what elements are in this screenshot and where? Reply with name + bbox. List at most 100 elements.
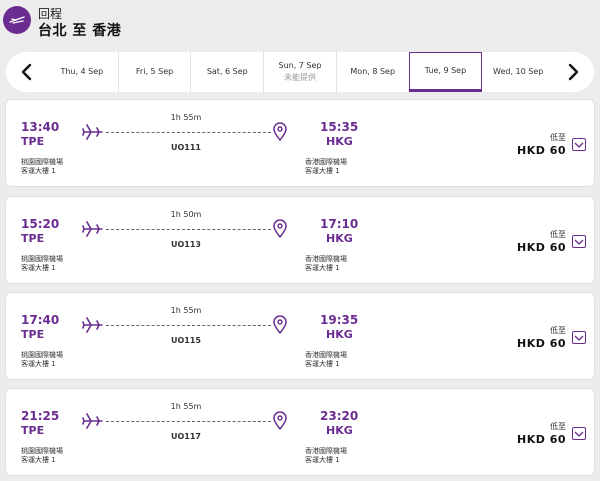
- flight-card[interactable]: 13:40 TPE 桃園國際機場 客運大樓 1 1h 55m UO111 15:3…: [6, 100, 594, 186]
- departure-terminal: 客運大樓 1: [21, 264, 56, 272]
- arrival-airport: 香港國際機場 客運大樓 1: [305, 351, 347, 369]
- chevron-down-icon: [574, 239, 584, 245]
- date-tab-label: Sun, 7 Sep: [278, 61, 322, 70]
- arrival-code: HKG: [326, 135, 353, 148]
- arrival-airport-name: 香港國際機場: [305, 351, 347, 359]
- date-tab-label: Sat, 6 Sep: [206, 66, 248, 76]
- date-tab-label: Mon, 8 Sep: [350, 66, 396, 76]
- date-tab[interactable]: Sun, 7 Sep 未能提供: [263, 52, 336, 92]
- plane-icon: [82, 412, 104, 434]
- date-tab[interactable]: Wed, 10 Sep: [482, 52, 554, 92]
- arrival-terminal: 客運大樓 1: [305, 456, 340, 464]
- price-from-label: 低至: [550, 326, 566, 335]
- price: HKD 60: [517, 241, 566, 254]
- plane-icon: [82, 316, 104, 338]
- departure-terminal: 客運大樓 1: [21, 456, 56, 464]
- arrival-airport-name: 香港國際機場: [305, 158, 347, 166]
- price-from-label: 低至: [550, 422, 566, 431]
- departure-airport-name: 桃園國際機場: [21, 158, 63, 166]
- date-tab-label: Fri, 5 Sep: [135, 66, 174, 76]
- arrival-airport-name: 香港國際機場: [305, 447, 347, 455]
- departure-airport-name: 桃園國際機場: [21, 447, 63, 455]
- departure-terminal: 客運大樓 1: [21, 167, 56, 175]
- departure-airport-name: 桃園國際機場: [21, 255, 63, 263]
- flight-duration: 1h 55m: [170, 306, 202, 315]
- header: 回程 台北 至 香港: [0, 0, 600, 46]
- arrival-terminal: 客運大樓 1: [305, 360, 340, 368]
- chevron-down-icon: [574, 335, 584, 341]
- expand-button[interactable]: [572, 138, 586, 151]
- flight-card[interactable]: 17:40 TPE 桃園國際機場 客運大樓 1 1h 55m UO115 19:3…: [6, 293, 594, 379]
- departure-code: TPE: [21, 328, 45, 341]
- date-tab[interactable]: Thu, 4 Sep: [46, 52, 118, 92]
- date-tab-label: Thu, 4 Sep: [60, 66, 104, 76]
- chevron-down-icon: [574, 142, 584, 148]
- arrival-airport: 香港國際機場 客運大樓 1: [305, 255, 347, 273]
- departure-code: TPE: [21, 424, 45, 437]
- departure-terminal: 客運大樓 1: [21, 360, 56, 368]
- date-tab-label: Tue, 9 Sep: [424, 65, 467, 75]
- date-tabs: Thu, 4 Sep Fri, 5 Sep Sat, 6 Sep Sun, 7 …: [46, 52, 554, 92]
- flight-duration: 1h 55m: [170, 402, 202, 411]
- departure-time: 21:25: [21, 409, 60, 423]
- arrival-airport: 香港國際機場 客運大樓 1: [305, 158, 347, 176]
- route-line: [106, 325, 271, 326]
- arrival-time: 19:35: [320, 313, 359, 327]
- page-title: 台北 至 香港: [38, 23, 122, 39]
- departure-airport: 桃園國際機場 客運大樓 1: [21, 447, 63, 465]
- route-line: [106, 421, 271, 422]
- departure-time: 17:40: [21, 313, 60, 327]
- departure-airport: 桃園國際機場 客運大樓 1: [21, 351, 63, 369]
- arrival-airport: 香港國際機場 客運大樓 1: [305, 447, 347, 465]
- plane-icon: [82, 220, 104, 242]
- date-tab[interactable]: Sat, 6 Sep: [190, 52, 263, 92]
- expand-button[interactable]: [572, 331, 586, 344]
- location-pin-icon: [272, 411, 288, 435]
- departure-airport: 桃園國際機場 客運大樓 1: [21, 255, 63, 273]
- price-from-label: 低至: [550, 133, 566, 142]
- arrival-time: 17:10: [320, 217, 359, 231]
- departure-time: 13:40: [21, 120, 60, 134]
- flight-number: UO115: [171, 336, 201, 345]
- departure-code: TPE: [21, 232, 45, 245]
- departure-airport-name: 桃園國際機場: [21, 351, 63, 359]
- arrival-time: 23:20: [320, 409, 359, 423]
- date-tab-label: Wed, 10 Sep: [493, 66, 544, 76]
- price-from-label: 低至: [550, 230, 566, 239]
- route-line: [106, 132, 271, 133]
- date-tab[interactable]: Mon, 8 Sep: [335, 52, 409, 92]
- location-pin-icon: [272, 122, 288, 146]
- date-selector: Thu, 4 Sep Fri, 5 Sep Sat, 6 Sep Sun, 7 …: [6, 52, 594, 92]
- plane-icon: [82, 123, 104, 145]
- arrival-code: HKG: [326, 232, 353, 245]
- date-tab[interactable]: Tue, 9 Sep: [408, 52, 483, 92]
- location-pin-icon: [272, 315, 288, 339]
- chevron-left-icon: [21, 63, 32, 81]
- prev-dates-button[interactable]: [6, 52, 46, 92]
- departure-time: 15:20: [21, 217, 60, 231]
- date-tab[interactable]: Fri, 5 Sep: [117, 52, 191, 92]
- arrival-terminal: 客運大樓 1: [305, 264, 340, 272]
- flight-duration: 1h 55m: [170, 113, 202, 122]
- arrival-code: HKG: [326, 328, 353, 341]
- location-pin-icon: [272, 219, 288, 243]
- route-line: [106, 229, 271, 230]
- flight-card[interactable]: 15:20 TPE 桃園國際機場 客運大樓 1 1h 50m UO113 17:1…: [6, 197, 594, 283]
- arrival-airport-name: 香港國際機場: [305, 255, 347, 263]
- expand-button[interactable]: [572, 235, 586, 248]
- expand-button[interactable]: [572, 427, 586, 440]
- chevron-right-icon: [568, 63, 579, 81]
- price: HKD 60: [517, 433, 566, 446]
- flight-card[interactable]: 21:25 TPE 桃園國際機場 客運大樓 1 1h 55m UO117 23:2…: [6, 389, 594, 475]
- next-dates-button[interactable]: [554, 52, 594, 92]
- chevron-down-icon: [574, 431, 584, 437]
- arrival-code: HKG: [326, 424, 353, 437]
- arrival-terminal: 客運大樓 1: [305, 167, 340, 175]
- departure-code: TPE: [21, 135, 45, 148]
- price: HKD 60: [517, 144, 566, 157]
- flight-number: UO111: [171, 143, 201, 152]
- flight-duration: 1h 50m: [170, 210, 202, 219]
- plane-logo-icon: [3, 6, 31, 34]
- flight-number: UO113: [171, 240, 201, 249]
- arrival-time: 15:35: [320, 120, 359, 134]
